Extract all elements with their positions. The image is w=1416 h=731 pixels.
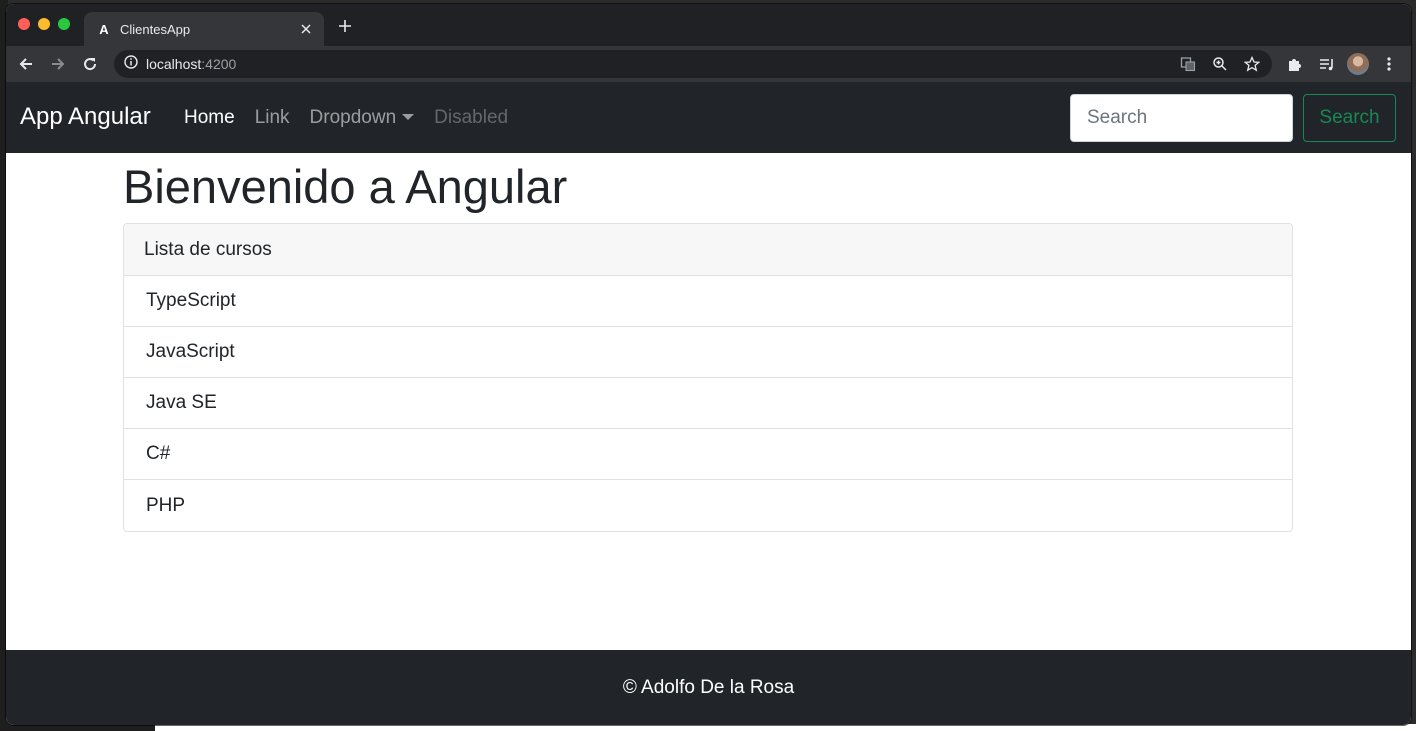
background-strip	[0, 724, 1416, 731]
url-text: localhost:4200	[146, 56, 237, 72]
nav-links: Home Link Dropdown Disabled	[184, 107, 508, 129]
browser-window: A ClientesApp localhost:4200 App Angular…	[6, 4, 1411, 725]
nav-dropdown-toggle[interactable]: Dropdown	[310, 107, 415, 129]
caret-down-icon	[402, 114, 415, 120]
top-navbar: App Angular Home Link Dropdown Disabled …	[6, 82, 1411, 153]
reload-icon[interactable]	[78, 52, 102, 76]
card-header: Lista de cursos	[124, 224, 1292, 277]
navbar-brand[interactable]: App Angular	[20, 103, 151, 131]
list-item: PHP	[146, 494, 186, 516]
tab-strip: A ClientesApp	[6, 4, 1411, 46]
list-item: TypeScript	[124, 276, 1292, 328]
web-page: App Angular Home Link Dropdown Disabled …	[6, 82, 1411, 725]
zoom-icon[interactable]	[1208, 52, 1232, 76]
forward-arrow-icon[interactable]	[46, 52, 70, 76]
profile-avatar[interactable]	[1347, 53, 1369, 75]
new-tab-icon[interactable]	[336, 18, 354, 36]
site-info-icon[interactable]	[124, 54, 138, 74]
bookmark-star-icon[interactable]	[1240, 52, 1264, 76]
angular-favicon-icon: A	[99, 21, 109, 37]
media-queue-icon[interactable]	[1315, 52, 1339, 76]
nav-home-link[interactable]: Home	[184, 107, 235, 129]
list-item: C#	[124, 429, 1292, 481]
list-item: JavaScript	[124, 327, 1292, 379]
back-arrow-icon[interactable]	[14, 52, 38, 76]
page-footer: © Adolfo De la Rosa	[6, 650, 1411, 725]
search-button[interactable]: Search	[1303, 94, 1396, 142]
nav-link-link[interactable]: Link	[255, 107, 290, 129]
tab-close-icon[interactable]	[298, 21, 314, 37]
browser-tab[interactable]: A ClientesApp	[84, 12, 324, 46]
close-window-button[interactable]	[18, 18, 30, 30]
translate-icon[interactable]	[1176, 52, 1200, 76]
background-strip-dark	[0, 724, 155, 731]
maximize-window-button[interactable]	[58, 18, 70, 30]
search-input[interactable]	[1070, 94, 1293, 142]
page-title: Bienvenido a Angular	[123, 160, 568, 213]
extensions-puzzle-icon[interactable]	[1283, 52, 1307, 76]
minimize-window-button[interactable]	[38, 18, 50, 30]
nav-disabled-link: Disabled	[434, 107, 509, 128]
address-bar[interactable]: localhost:4200	[114, 50, 1272, 78]
main-container: Bienvenido a Angular Lista de cursos Typ…	[123, 153, 1293, 533]
tab-title: ClientesApp	[120, 21, 191, 37]
courses-card: Lista de cursos TypeScript JavaScript Ja…	[123, 223, 1293, 533]
more-menu-icon[interactable]	[1377, 52, 1401, 76]
list-item: Java SE	[124, 378, 1292, 430]
browser-toolbar: localhost:4200	[6, 46, 1411, 82]
nav-dropdown-label: Dropdown	[309, 107, 397, 128]
footer-copyright: © Adolfo De la Rosa	[622, 676, 795, 698]
